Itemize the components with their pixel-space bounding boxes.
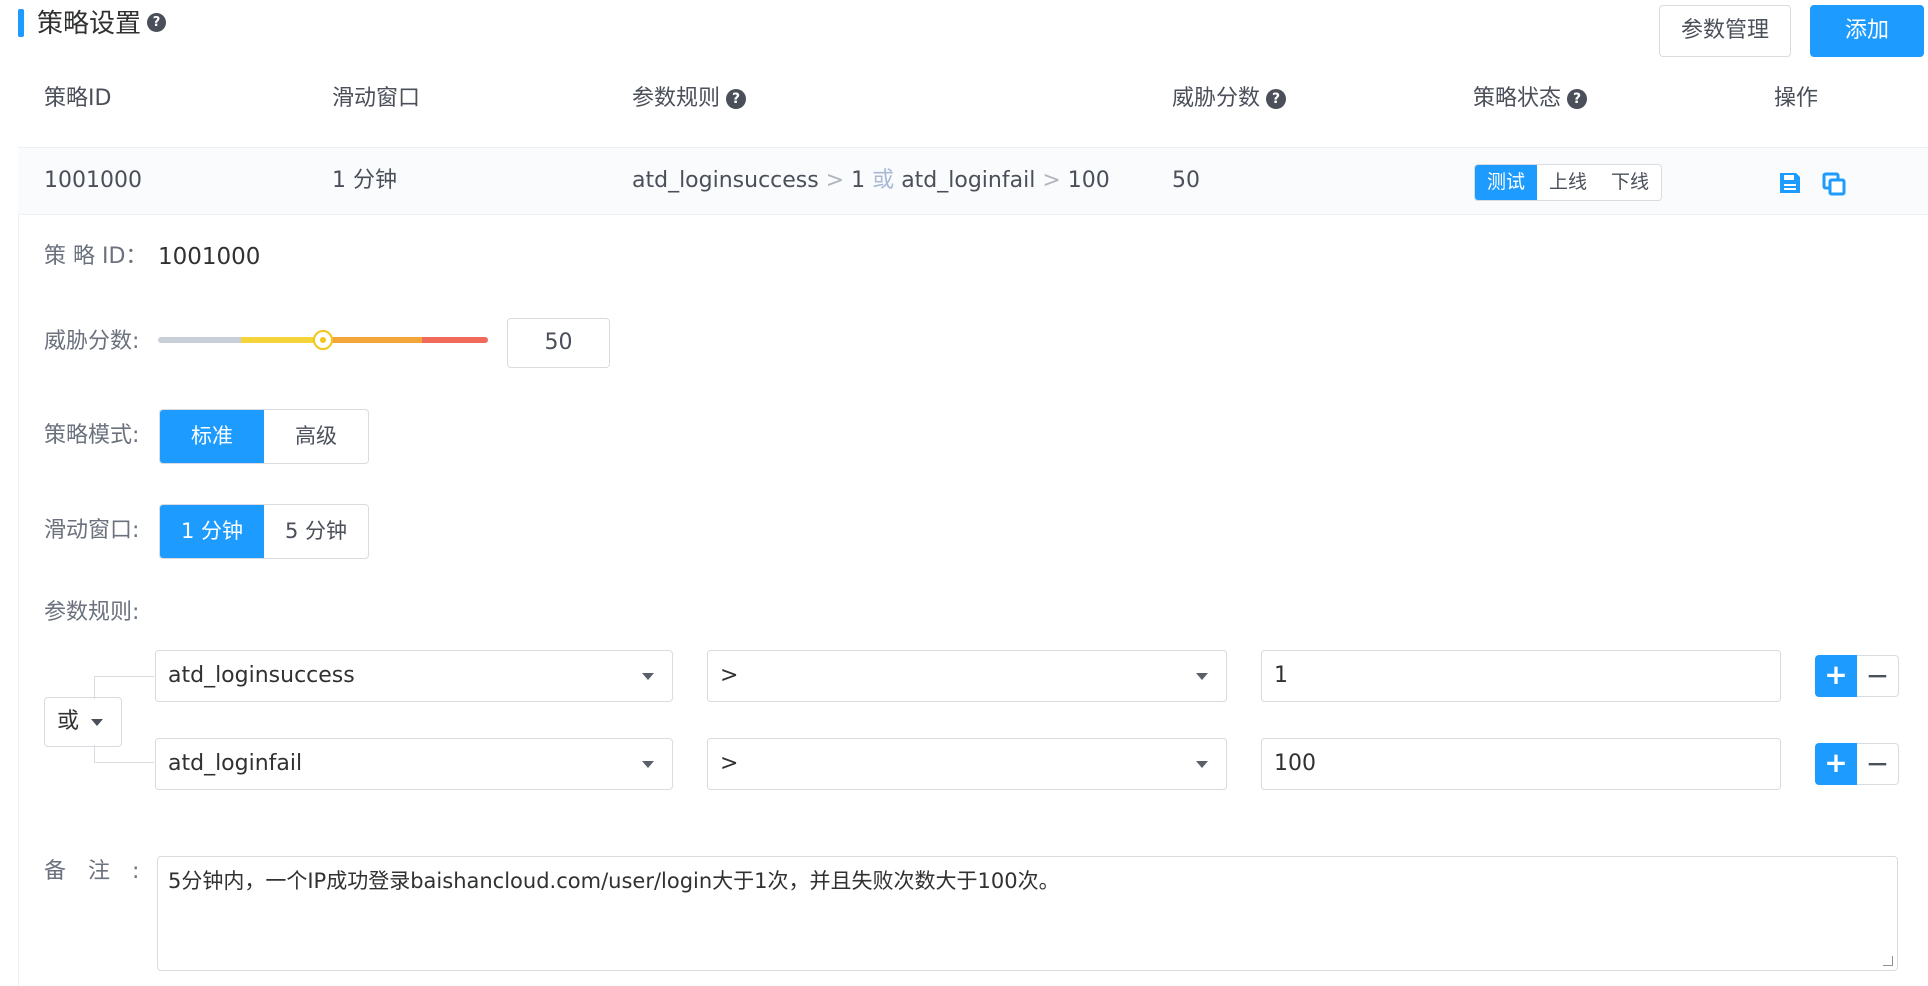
rule-add-remove: + − (1815, 743, 1899, 785)
rule-bracket-bottom (94, 745, 154, 763)
remark-text: 5分钟内，一个IP成功登录baishancloud.com/user/login… (168, 869, 1060, 893)
rule-param-select[interactable]: atd_loginsuccess (155, 650, 673, 702)
chevron-down-icon (1196, 673, 1208, 680)
status-test-option[interactable]: 测试 (1475, 165, 1538, 200)
mode-advanced-option[interactable]: 高级 (264, 410, 368, 463)
status-online-option[interactable]: 上线 (1537, 165, 1600, 200)
resize-handle[interactable] (1883, 956, 1893, 966)
help-icon[interactable]: ? (726, 89, 747, 109)
title-accent-bar (18, 9, 24, 37)
save-icon[interactable] (1778, 170, 1802, 196)
mode-label: 策略模式: (44, 423, 140, 448)
rule-operator-value: > (720, 663, 739, 688)
window-1min-option[interactable]: 1 分钟 (160, 505, 264, 558)
remark-label: 备 注 : (44, 859, 140, 884)
rule-op-1: > (825, 168, 845, 193)
copy-icon[interactable] (1822, 170, 1846, 196)
chevron-down-icon (91, 719, 103, 726)
add-rule-button[interactable]: + (1815, 655, 1857, 697)
help-icon[interactable]: ? (1266, 89, 1287, 109)
col-header-window: 滑动窗口 (332, 86, 421, 111)
chevron-down-icon (642, 761, 654, 768)
chevron-down-icon (642, 673, 654, 680)
detail-id-label: 策 略 ID： (44, 244, 148, 269)
page-title: 策略设置 (37, 9, 142, 39)
rule-param-value: atd_loginsuccess (168, 663, 355, 688)
window-5min-option[interactable]: 5 分钟 (264, 505, 368, 558)
score-slider-handle[interactable] (313, 330, 333, 350)
rule-op-2: > (1042, 168, 1061, 193)
row-score: 50 (1172, 168, 1200, 193)
col-header-id: 策略ID (44, 86, 112, 111)
rules-label: 参数规则: (44, 600, 140, 625)
score-label: 威胁分数: (44, 329, 140, 354)
rule-operator-value: > (720, 751, 739, 776)
conjunction-value: 或 (57, 709, 80, 734)
remove-rule-button[interactable]: − (1857, 655, 1899, 697)
rule-add-remove: + − (1815, 655, 1899, 697)
mode-standard-option[interactable]: 标准 (160, 410, 264, 463)
row-window: 1 分钟 (332, 168, 397, 193)
chevron-down-icon (1196, 761, 1208, 768)
rule-conjunction: 或 (872, 168, 895, 193)
row-id: 1001000 (44, 168, 142, 193)
param-manage-button[interactable]: 参数管理 (1659, 5, 1791, 57)
status-offline-option[interactable]: 下线 (1599, 165, 1662, 200)
status-segmented: 测试 上线 下线 (1474, 164, 1663, 201)
rule-operator-select[interactable]: > (707, 738, 1227, 790)
rule-value-input[interactable]: 100 (1261, 738, 1781, 790)
rule-param-2: atd_loginfail (901, 168, 1036, 193)
rule-param-value: atd_loginfail (168, 751, 303, 776)
col-header-status: 策略状态? (1473, 84, 1588, 114)
add-rule-button[interactable]: + (1815, 743, 1857, 785)
rule-value-2: 100 (1067, 168, 1110, 193)
rule-value-1: 1 (851, 168, 866, 193)
col-header-rule-label: 参数规则 (632, 86, 721, 111)
add-button[interactable]: 添加 (1810, 5, 1924, 57)
detail-id-value: 1001000 (158, 244, 261, 270)
col-header-status-label: 策略状态 (1473, 86, 1562, 111)
score-input[interactable]: 50 (507, 318, 610, 368)
rule-bracket-top (94, 676, 154, 699)
rule-operator-select[interactable]: > (707, 650, 1227, 702)
rule-param-1: atd_loginsuccess (632, 168, 819, 193)
remove-rule-button[interactable]: − (1857, 743, 1899, 785)
col-header-score: 威胁分数? (1172, 84, 1287, 114)
col-header-rule: 参数规则? (632, 84, 747, 114)
help-icon[interactable]: ? (147, 13, 166, 32)
col-header-actions: 操作 (1774, 86, 1819, 111)
window-segmented: 1 分钟 5 分钟 (159, 504, 369, 559)
mode-segmented: 标准 高级 (159, 409, 369, 464)
rule-value-input[interactable]: 1 (1261, 650, 1781, 702)
rule-param-select[interactable]: atd_loginfail (155, 738, 673, 790)
help-icon[interactable]: ? (1567, 89, 1588, 109)
row-rule: atd_loginsuccess > 1 或 atd_loginfail > 1… (632, 166, 1110, 196)
remark-textarea[interactable]: 5分钟内，一个IP成功登录baishancloud.com/user/login… (157, 856, 1898, 971)
window-label: 滑动窗口: (44, 518, 140, 543)
col-header-score-label: 威胁分数 (1172, 86, 1261, 111)
conjunction-select[interactable]: 或 (44, 697, 122, 747)
